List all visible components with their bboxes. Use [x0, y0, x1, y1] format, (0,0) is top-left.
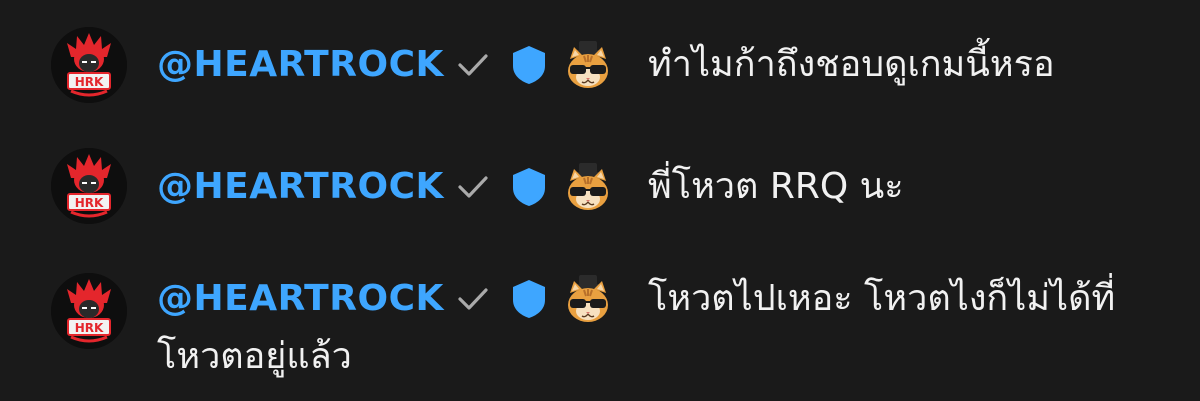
avatar[interactable]	[51, 27, 127, 103]
checkmark-icon	[455, 47, 491, 83]
avatar-image	[51, 273, 127, 349]
cat-sunglasses-emote-icon	[562, 39, 614, 91]
cat-sunglasses-emote-icon	[562, 161, 614, 213]
author-name[interactable]: @HEARTROCK	[157, 165, 444, 209]
avatar[interactable]	[51, 273, 127, 349]
message-text: โหวตไปเหอะ โหวตไงก็ไม่ได้ที่	[648, 278, 1116, 319]
shield-icon	[510, 166, 548, 208]
avatar-image	[51, 27, 127, 103]
checkmark-icon	[455, 169, 491, 205]
shield-icon	[510, 278, 548, 320]
message-text: ทำไมก้าถึงชอบดูเกมนี้หรอ	[648, 44, 1055, 85]
cat-sunglasses-emote-icon	[562, 273, 614, 325]
avatar[interactable]	[51, 148, 127, 224]
message-text-continuation: โหวตอยู่แล้ว	[157, 336, 352, 377]
shield-icon	[510, 44, 548, 86]
avatar-image	[51, 148, 127, 224]
author-name[interactable]: @HEARTROCK	[157, 277, 444, 321]
message-text: พี่โหวต RRQ นะ	[648, 166, 904, 207]
author-name[interactable]: @HEARTROCK	[157, 43, 444, 87]
live-chat: @HEARTROCK ทำไมก้าถึงชอบดูเกมนี้หรอ @HEA…	[0, 0, 1200, 401]
checkmark-icon	[455, 281, 491, 317]
